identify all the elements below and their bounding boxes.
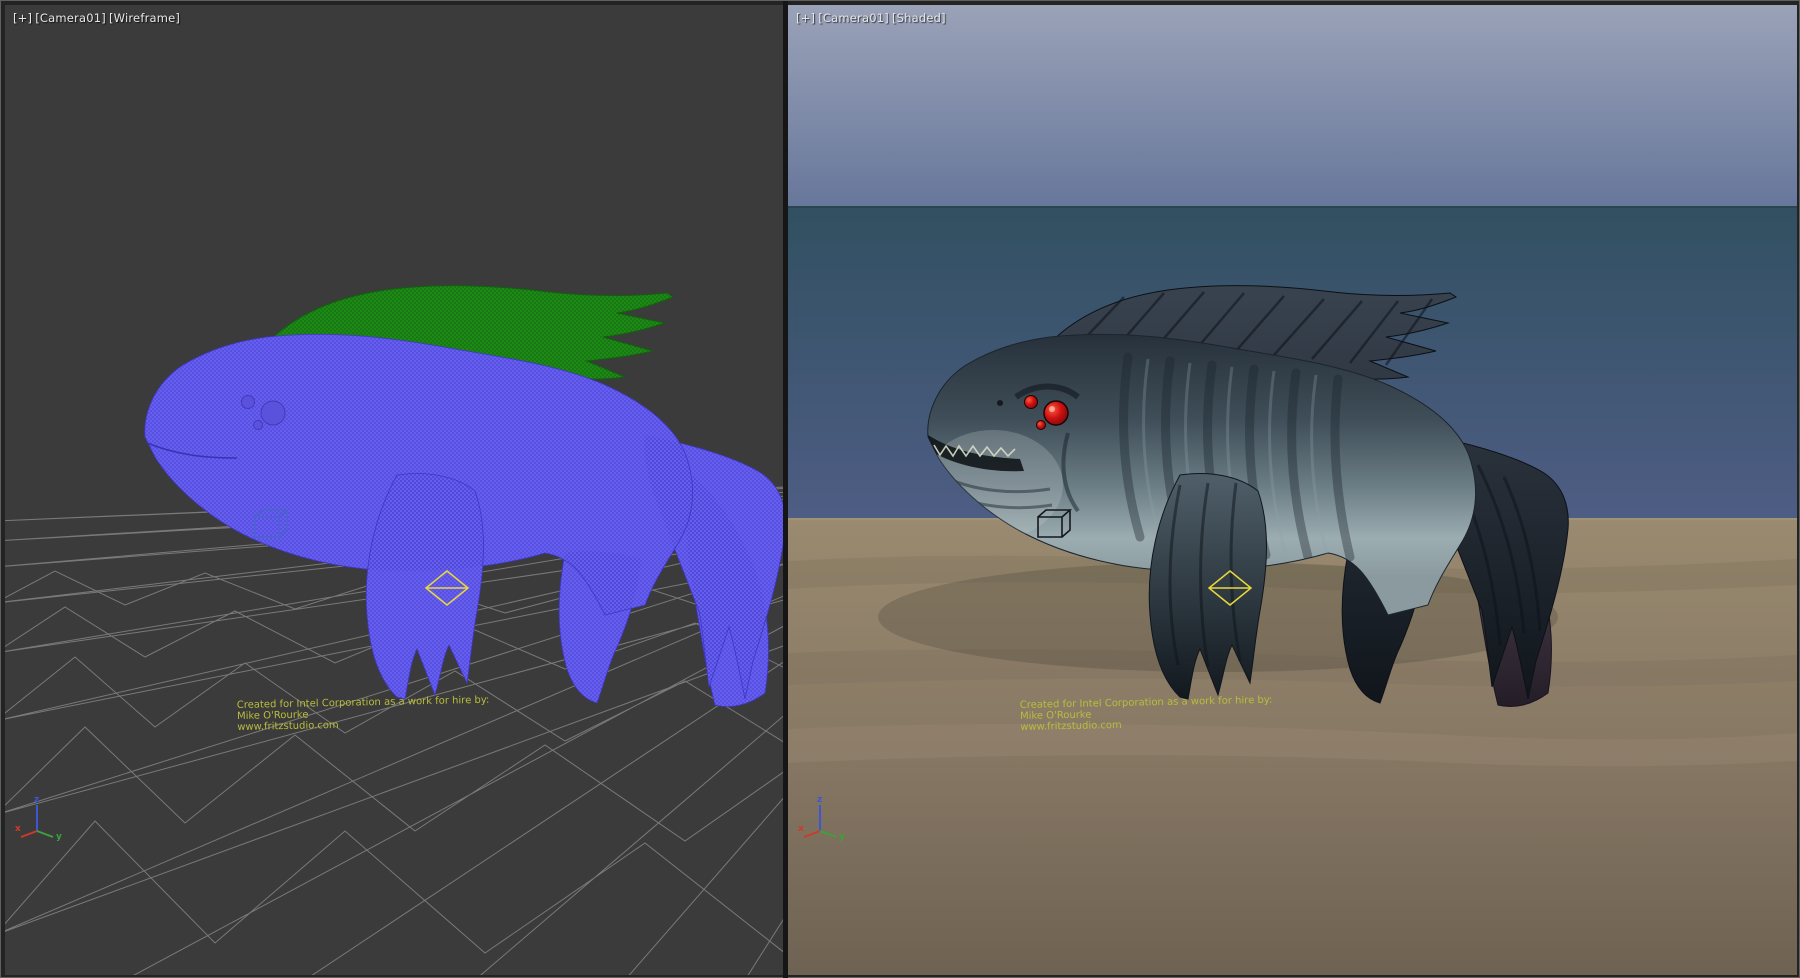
eye-small	[242, 396, 255, 409]
viewport-menu-shading[interactable]: [Shaded]	[892, 11, 946, 25]
world-axis-tripod: z x y	[798, 793, 848, 843]
sky	[788, 5, 1797, 207]
viewport-menu-general[interactable]: [+]	[796, 11, 815, 25]
y-axis-line	[820, 831, 836, 837]
viewport-shaded[interactable]: Created for Intel Corporation as a work …	[788, 5, 1797, 975]
eye-tiny	[254, 421, 263, 430]
x-axis-label: x	[15, 824, 21, 834]
eye-small	[1025, 396, 1038, 409]
x-axis-line	[21, 831, 37, 837]
viewport-menu-pov[interactable]: [Camera01]	[35, 11, 106, 25]
max-viewport-area: Created for Intel Corporation as a work …	[0, 0, 1800, 978]
shaded-scene: Created for Intel Corporation as a work …	[788, 5, 1797, 975]
fish-model-wireframe[interactable]	[145, 286, 783, 707]
credit-line-1: Created for Intel Corporation as a work …	[237, 695, 490, 711]
eye-large	[261, 401, 285, 425]
viewport-menu-shading[interactable]: [Wireframe]	[109, 11, 180, 25]
credit-text: Created for Intel Corporation as a work …	[237, 695, 490, 733]
wireframe-scene: Created for Intel Corporation as a work …	[5, 5, 783, 975]
x-axis-line	[804, 831, 820, 837]
credit-line-3: www.fritzstudio.com	[1020, 720, 1122, 733]
viewport-menu-general[interactable]: [+]	[13, 11, 32, 25]
nostril	[997, 400, 1003, 406]
eye-tiny	[1037, 421, 1046, 430]
y-axis-label: y	[839, 832, 845, 842]
y-axis-line	[37, 831, 53, 837]
viewport-label-wireframe: [+] [Camera01] [Wireframe]	[13, 11, 180, 25]
z-axis-label: z	[817, 795, 822, 805]
z-axis-label: z	[34, 795, 39, 805]
y-axis-label: y	[56, 832, 62, 842]
viewport-label-shaded: [+] [Camera01] [Shaded]	[796, 11, 946, 25]
viewport-menu-pov[interactable]: [Camera01]	[818, 11, 889, 25]
credit-line-3: www.fritzstudio.com	[237, 720, 339, 733]
x-axis-label: x	[798, 824, 804, 834]
eye-large	[1044, 401, 1068, 425]
eye-highlight	[1049, 406, 1055, 412]
world-axis-tripod: z x y	[15, 793, 65, 843]
viewport-wireframe[interactable]: Created for Intel Corporation as a work …	[5, 5, 783, 975]
